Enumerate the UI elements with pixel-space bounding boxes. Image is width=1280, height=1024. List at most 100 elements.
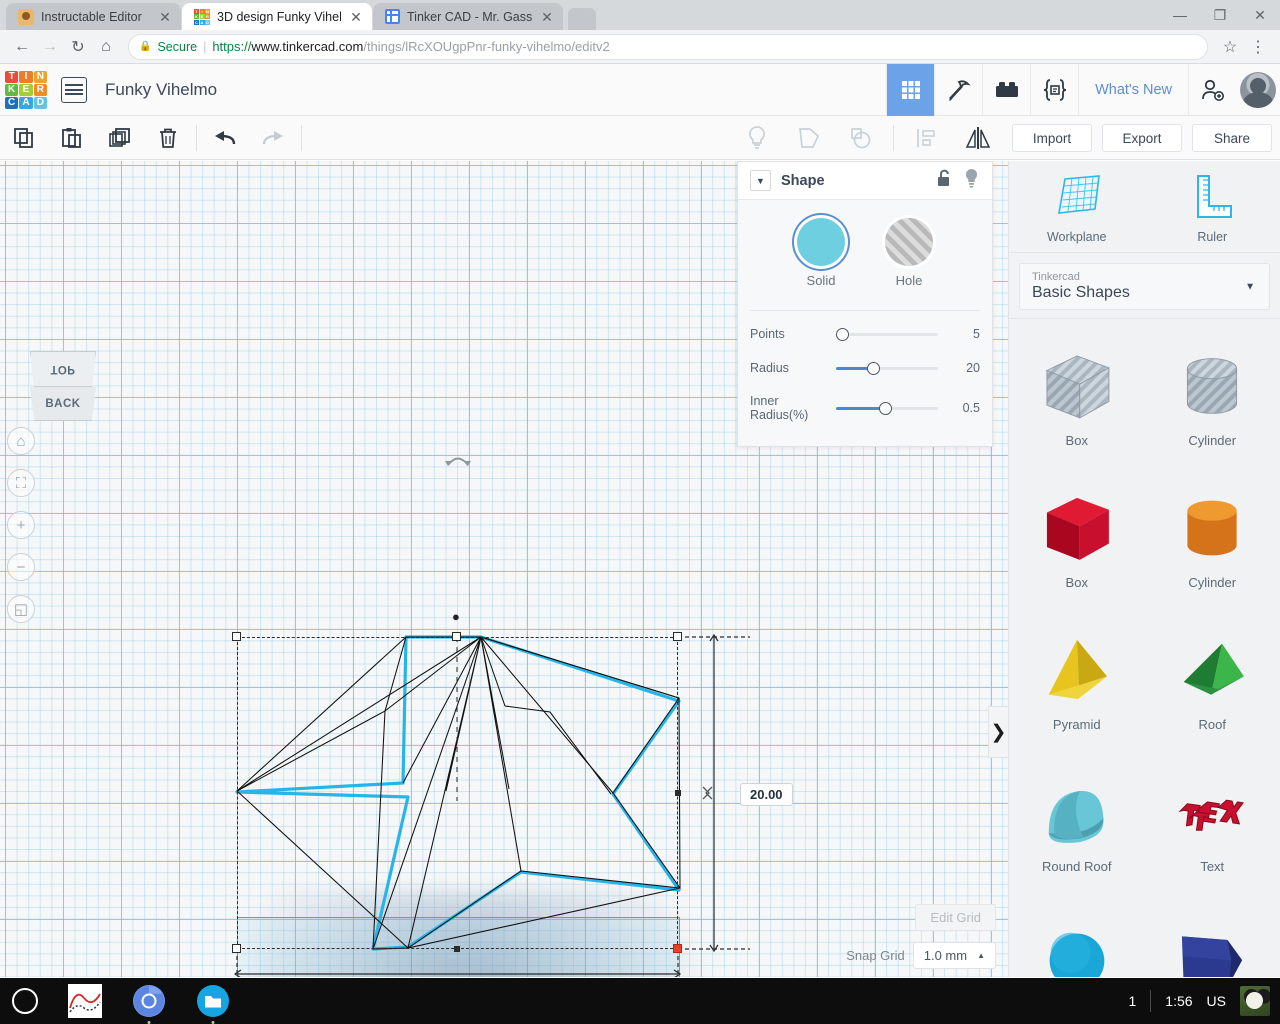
bookmark-star-icon[interactable]: ☆	[1216, 33, 1244, 61]
logo-tile-d: D	[33, 96, 47, 109]
ruler-tool[interactable]: Ruler	[1145, 173, 1280, 244]
solid-swatch	[797, 218, 845, 266]
lightbulb-icon[interactable]	[963, 168, 980, 193]
slider-radius-knob[interactable]	[866, 362, 880, 375]
resize-handle-right-mid[interactable]	[675, 790, 681, 796]
shape-collection-select[interactable]: Tinkercad Basic Shapes ▼	[1019, 263, 1270, 310]
slider-inner-radius-knob[interactable]	[878, 402, 892, 416]
shape-item-text[interactable]: Text	[1145, 751, 1280, 893]
reload-button[interactable]: ↻	[64, 33, 92, 61]
shape-item-cylinder-hatched[interactable]: Cylinder	[1145, 325, 1280, 467]
browser-tab-tinkercad-gasser[interactable]: Tinker CAD - Mr. Gasser ✕	[373, 3, 563, 30]
close-window-button[interactable]: ✕	[1240, 0, 1280, 30]
shape-item-roof[interactable]: Roof	[1145, 609, 1280, 751]
rotate-handle-icon[interactable]	[443, 451, 471, 467]
group-shapes-icon[interactable]	[785, 116, 833, 160]
add-user-icon[interactable]	[1188, 64, 1236, 116]
shapes-library-panel: Workplane Ruler Tinkercad Basic Shapes ▼…	[1008, 161, 1280, 977]
resize-handle-bottom-mid[interactable]	[454, 946, 460, 952]
slider-points-knob[interactable]	[836, 328, 849, 341]
resize-handle-br-active[interactable]	[673, 944, 682, 953]
shape-inspector-panel: ▼ Shape Solid Hole Points 5 Radius 20 In…	[737, 161, 993, 447]
snap-grid-select[interactable]: 1.0 mm ▲	[912, 942, 996, 969]
slider-points-track[interactable]	[836, 326, 938, 342]
lego-brick-icon[interactable]	[982, 64, 1030, 116]
redo-icon	[249, 116, 297, 160]
hole-swatch	[885, 218, 933, 266]
shape-item-round-roof[interactable]: Round Roof	[1009, 751, 1145, 893]
share-button[interactable]: Share	[1192, 124, 1272, 152]
shape-mode-hole[interactable]: Hole	[885, 218, 933, 288]
edit-grid-button[interactable]: Edit Grid	[915, 904, 996, 931]
user-avatar[interactable]	[1236, 64, 1280, 116]
launcher-circle-icon[interactable]	[12, 988, 38, 1014]
tinkercad-logo[interactable]: T I N K E R C A D	[5, 70, 47, 109]
slider-inner-radius-track[interactable]	[836, 400, 938, 416]
height-handle-icon[interactable]: ●	[452, 609, 460, 624]
unlock-icon[interactable]	[936, 169, 953, 193]
restore-button[interactable]: ❐	[1200, 0, 1240, 30]
url-scheme: https://	[212, 39, 252, 54]
align-icon[interactable]	[902, 116, 950, 160]
ungroup-shapes-icon[interactable]	[837, 116, 885, 160]
shape-item-box-red[interactable]: Box	[1009, 467, 1145, 609]
resize-handle-tr[interactable]	[673, 632, 682, 641]
files-app-icon[interactable]	[196, 984, 230, 1024]
shape-item-sphere[interactable]	[1009, 893, 1145, 977]
import-button[interactable]: Import	[1012, 124, 1092, 152]
workplane-tool[interactable]: Workplane	[1009, 173, 1145, 244]
box-hatched-icon	[1045, 354, 1110, 419]
delete-trash-icon[interactable]	[144, 116, 192, 160]
dimension-height-label[interactable]: 20.00	[740, 783, 793, 806]
window-controls: — ❐ ✕	[1160, 0, 1280, 30]
browser-tab-instructable[interactable]: Instructable Editor ✕	[6, 3, 181, 30]
chevron-down-icon[interactable]: ▼	[750, 170, 771, 191]
grid-3d-designs-icon[interactable]	[886, 64, 935, 116]
design-canvas[interactable]: TOP BACK ⌂ ⛶ + − ◱ ● 20.00 Edit Grid Sna…	[0, 161, 1008, 977]
url-input[interactable]: 🔒 Secure | https://www.tinkercad.com/thi…	[128, 33, 1208, 60]
keyboard-layout[interactable]: US	[1207, 993, 1226, 1009]
home-button[interactable]: ⌂	[92, 33, 120, 61]
list-menu-icon[interactable]	[61, 76, 87, 103]
secure-label: Secure	[157, 39, 198, 54]
clock[interactable]: 1:56	[1165, 993, 1192, 1009]
resize-handle-tl[interactable]	[232, 632, 241, 641]
export-button[interactable]: Export	[1102, 124, 1182, 152]
minecraft-pickaxe-icon[interactable]	[934, 64, 982, 116]
kebab-menu-icon[interactable]: ⋮	[1244, 33, 1272, 61]
collapse-panel-chevron-icon[interactable]: ❯	[988, 706, 1008, 758]
browser-tab-3d-design[interactable]: TIN KER CAD 3D design Funky Vihelm ✕	[182, 3, 372, 30]
shape-mode-solid[interactable]: Solid	[797, 218, 845, 288]
chromium-icon[interactable]	[132, 984, 166, 1024]
window-count[interactable]: 1	[1129, 993, 1137, 1009]
graph-app-icon[interactable]	[68, 984, 102, 1018]
shape-item-pyramid[interactable]: Pyramid	[1009, 609, 1145, 751]
tab-close-icon[interactable]: ✕	[348, 9, 364, 25]
whats-new-link[interactable]: What's New	[1078, 64, 1188, 116]
panda-avatar[interactable]	[1240, 986, 1270, 1016]
forward-button[interactable]: →	[36, 33, 64, 61]
tab-close-icon[interactable]: ✕	[157, 9, 173, 25]
logo-tile-n: N	[33, 70, 47, 83]
resize-handle-bl[interactable]	[232, 944, 241, 953]
lightbulb-hint-icon[interactable]	[733, 116, 781, 160]
duplicate-icon[interactable]	[96, 116, 144, 160]
tab-close-icon[interactable]: ✕	[539, 9, 555, 25]
copy-icon[interactable]	[0, 116, 48, 160]
library-tools: Workplane Ruler	[1009, 161, 1280, 253]
codeblocks-icon[interactable]	[1030, 64, 1078, 116]
mirror-flip-icon[interactable]	[954, 116, 1002, 160]
page-title: Funky Vihelmo	[105, 79, 218, 99]
paste-icon[interactable]	[48, 116, 96, 160]
back-button[interactable]: ←	[8, 33, 36, 61]
shape-item-box-hatched[interactable]: Box	[1009, 325, 1145, 467]
undo-icon[interactable]	[201, 116, 249, 160]
resize-handle-top-mid[interactable]	[452, 632, 461, 641]
workplane-label: Workplane	[1046, 230, 1107, 244]
new-tab-button[interactable]	[568, 8, 596, 30]
shape-item-wedge[interactable]	[1145, 893, 1280, 977]
shape-label: Roof	[1198, 716, 1226, 732]
minimize-button[interactable]: —	[1160, 0, 1200, 30]
slider-radius-track[interactable]	[836, 360, 938, 376]
shape-item-cylinder-orange[interactable]: Cylinder	[1145, 467, 1280, 609]
